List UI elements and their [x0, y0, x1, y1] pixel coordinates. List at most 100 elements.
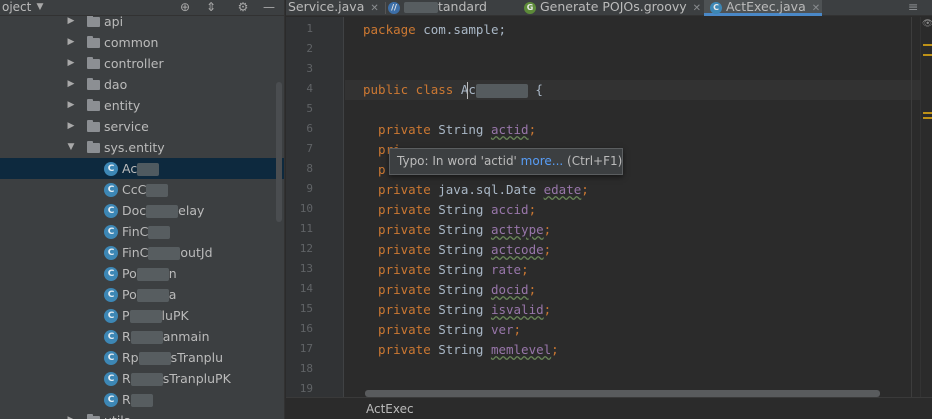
- collapsed-arrow-icon[interactable]: ▶: [66, 410, 76, 419]
- code-line[interactable]: public class Ac {: [363, 80, 543, 100]
- code-line[interactable]: package com.sample;: [363, 20, 506, 40]
- tree-folder[interactable]: ▶ dao: [0, 74, 284, 95]
- tree-class-item[interactable]: C Po a: [0, 284, 284, 305]
- code-line[interactable]: private String actid;: [363, 120, 536, 140]
- tree-class-item[interactable]: C Ranmain: [0, 326, 284, 347]
- tab-generate-pojos[interactable]: G Generate POJOs.groovy ✕: [520, 0, 701, 16]
- class-icon: C: [104, 351, 118, 365]
- redacted-text: [146, 205, 179, 218]
- project-scrollbar[interactable]: [276, 82, 282, 222]
- tooltip-more-link[interactable]: more...: [521, 154, 564, 168]
- folder-icon: [87, 78, 100, 90]
- code-keyword: p: [363, 162, 386, 177]
- code-text: String: [430, 222, 491, 237]
- line-number: 9: [306, 182, 313, 195]
- code-line[interactable]: private String acttype;: [363, 220, 551, 240]
- collapsed-arrow-icon[interactable]: ▶: [66, 53, 76, 74]
- code-line[interactable]: private String ver;: [363, 320, 521, 340]
- warning-mark[interactable]: [923, 44, 932, 46]
- tab-label: Generate POJOs.groovy: [540, 0, 687, 14]
- class-icon: C: [710, 1, 722, 14]
- hide-panel-icon[interactable]: —: [262, 0, 276, 15]
- warning-mark[interactable]: [923, 54, 932, 56]
- tree-folder[interactable]: ▶ controller: [0, 53, 284, 74]
- warning-mark[interactable]: [923, 112, 932, 114]
- code-line[interactable]: private String docid;: [363, 280, 536, 300]
- tree-class-item[interactable]: C PluPK: [0, 305, 284, 326]
- class-name-visible: R: [122, 371, 131, 386]
- tree-label: service: [104, 119, 149, 134]
- eye-icon[interactable]: 👁: [922, 19, 932, 29]
- tree-folder[interactable]: ▼ sys.entity: [0, 137, 284, 158]
- code-field: isvalid: [490, 302, 544, 317]
- code-field: rate: [490, 262, 522, 277]
- line-number: 1: [306, 22, 313, 35]
- code-line[interactable]: private String isvalid;: [363, 300, 551, 320]
- tree-class-item[interactable]: CR: [0, 389, 284, 410]
- tree-class-item[interactable]: C RsTranpluPK: [0, 368, 284, 389]
- dropdown-arrow-icon[interactable]: ▼: [34, 0, 46, 15]
- code-keyword: private: [363, 182, 431, 197]
- collapsed-arrow-icon[interactable]: ▶: [66, 74, 76, 95]
- close-icon[interactable]: ✕: [693, 3, 701, 14]
- tree-label: Ac: [122, 158, 160, 179]
- class-name-suffix: elay: [178, 203, 205, 218]
- code-line[interactable]: private String actcode;: [363, 240, 551, 260]
- code-line[interactable]: private String rate;: [363, 260, 529, 280]
- code-field: edate: [543, 182, 582, 197]
- tree-class-item[interactable]: C FinC: [0, 221, 284, 242]
- redacted-text: [475, 83, 528, 98]
- collapse-all-icon[interactable]: ⇕: [204, 0, 218, 15]
- code-keyword: private: [363, 222, 431, 237]
- tree-folder[interactable]: ▶ service: [0, 116, 284, 137]
- tree-class-item[interactable]: C FinC outJd: [0, 242, 284, 263]
- code-line[interactable]: private String accid;: [363, 200, 536, 220]
- tree-class-item[interactable]: C Po n: [0, 263, 284, 284]
- expanded-arrow-icon[interactable]: ▼: [66, 137, 76, 158]
- code-field: acttype: [490, 222, 544, 237]
- tab-overflow-icon[interactable]: ≡: [908, 0, 928, 16]
- gear-icon[interactable]: ⚙: [236, 0, 250, 15]
- line-number: 10: [299, 202, 313, 215]
- breadcrumb-item[interactable]: ActExec: [366, 402, 414, 416]
- class-icon: //: [388, 1, 400, 14]
- tree-class-item[interactable]: C Doc elay: [0, 200, 284, 221]
- warning-mark[interactable]: [923, 117, 932, 119]
- collapsed-arrow-icon[interactable]: ▶: [66, 32, 76, 53]
- class-name-suffix: n: [168, 266, 177, 281]
- tree-class-item[interactable]: C Rp sTranplu: [0, 347, 284, 368]
- code-line[interactable]: private String memlevel;: [363, 340, 559, 360]
- crosshair-locate-icon[interactable]: ⊕: [178, 0, 192, 15]
- tab-standard[interactable]: // tandard: [386, 0, 516, 16]
- folder-icon: [87, 36, 100, 48]
- project-panel-title[interactable]: oject: [2, 0, 31, 14]
- collapsed-arrow-icon[interactable]: ▶: [66, 116, 76, 137]
- line-number-gutter: 1 2 3 4 5 6 7 8 9 10 11 12 13 14 15 16 17 18 19: [286, 17, 344, 397]
- code-field: accid: [490, 202, 529, 217]
- tree-class-item[interactable]: C Ac: [0, 158, 284, 179]
- error-stripe[interactable]: 👁: [920, 17, 932, 397]
- class-name-visible: FinC: [122, 224, 149, 239]
- tree-label: R: [122, 389, 153, 410]
- tree-class-item[interactable]: C CcC: [0, 179, 284, 200]
- tree-folder[interactable]: ▶ common: [0, 32, 284, 53]
- code-line[interactable]: private java.sql.Date edate;: [363, 180, 589, 200]
- code-keyword: private: [363, 342, 431, 357]
- line-number: 4: [306, 82, 313, 95]
- close-icon[interactable]: ✕: [812, 3, 820, 14]
- tree-folder[interactable]: ▶ utils: [0, 410, 284, 419]
- code-keyword: ;: [543, 242, 552, 257]
- horizontal-scrollbar[interactable]: [365, 390, 880, 397]
- collapsed-arrow-icon[interactable]: ▶: [66, 95, 76, 116]
- tree-folder[interactable]: ▶ entity: [0, 95, 284, 116]
- code-editor[interactable]: package com.sample; public class Ac { pri…: [345, 17, 920, 397]
- tab-actexec-java[interactable]: C ActExec.java ✕: [704, 0, 822, 16]
- tab-label: Service.java: [288, 0, 365, 14]
- close-icon[interactable]: ✕: [370, 3, 378, 14]
- line-number: 2: [306, 42, 313, 55]
- editor-tab-bar: Service.java ✕ // tandard G Generate POJOs.…: [286, 0, 932, 16]
- code-text: java.sql.Date: [430, 182, 544, 197]
- tab-service-java[interactable]: Service.java ✕: [286, 0, 384, 16]
- tree-label: Rp sTranplu: [122, 347, 223, 368]
- code-line[interactable]: p: [363, 160, 386, 180]
